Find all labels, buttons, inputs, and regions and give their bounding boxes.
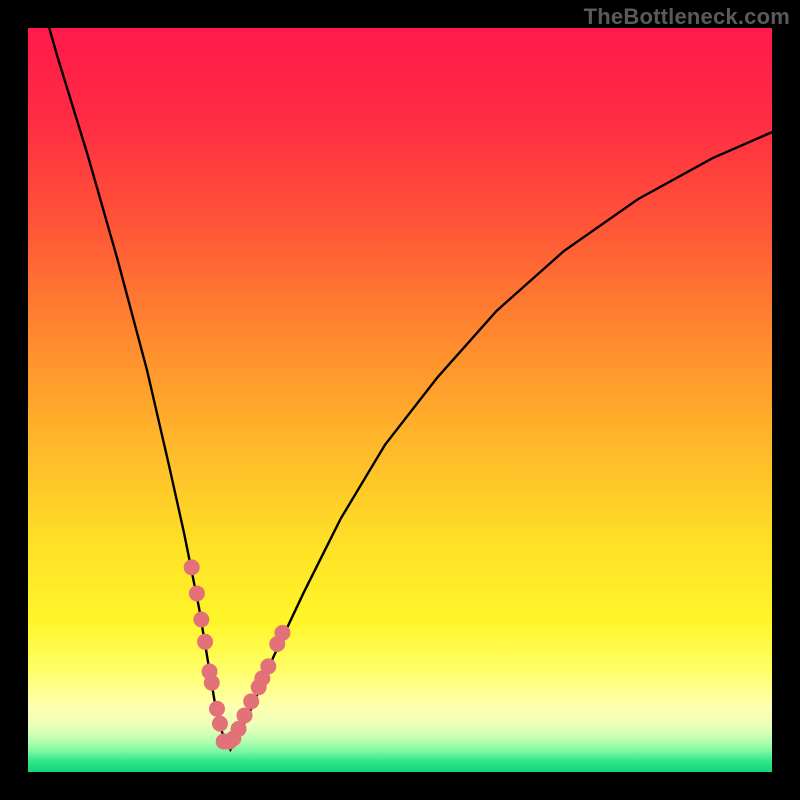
watermark-text: TheBottleneck.com — [584, 4, 790, 30]
chart-canvas — [28, 28, 772, 772]
chart-background — [28, 28, 772, 772]
highlight-marker — [184, 559, 200, 575]
highlight-marker — [274, 625, 290, 641]
highlight-marker — [193, 611, 209, 627]
highlight-marker — [204, 675, 220, 691]
chart-svg — [28, 28, 772, 772]
highlight-marker — [260, 658, 276, 674]
highlight-marker — [189, 585, 205, 601]
highlight-marker — [212, 716, 228, 732]
highlight-marker — [197, 634, 213, 650]
highlight-marker — [209, 701, 225, 717]
app-frame: TheBottleneck.com — [0, 0, 800, 800]
highlight-marker — [237, 707, 253, 723]
highlight-marker — [243, 693, 259, 709]
